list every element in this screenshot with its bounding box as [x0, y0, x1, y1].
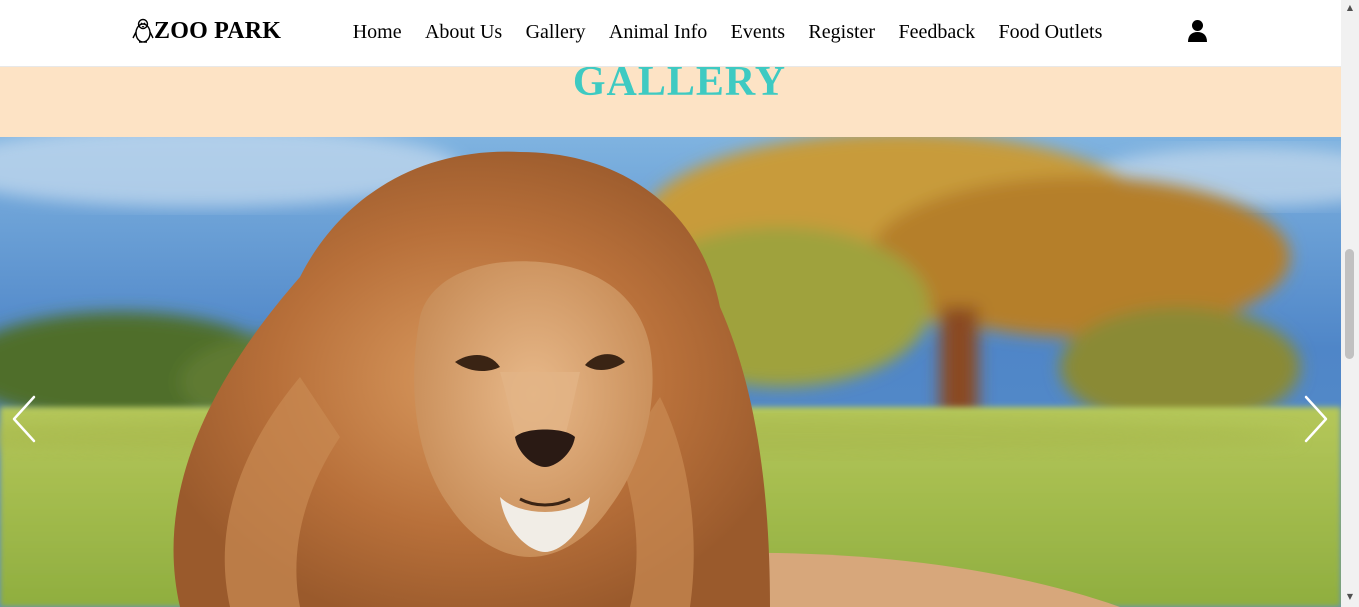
nav-link-feedback[interactable]: Feedback — [887, 21, 987, 44]
brand-logo[interactable]: ZOO PARK — [132, 16, 281, 46]
navbar: ZOO PARK Home About Us Gallery Animal In… — [0, 0, 1341, 67]
user-icon[interactable] — [1187, 19, 1208, 43]
penguin-icon — [132, 18, 154, 43]
carousel-next-button[interactable] — [1300, 395, 1330, 443]
lion-photo — [0, 137, 1341, 607]
nav-link-animal-info[interactable]: Animal Info — [597, 21, 719, 44]
scroll-up-arrow-icon[interactable]: ▲ — [1345, 3, 1355, 13]
brand-name: ZOO PARK — [154, 17, 282, 44]
scroll-down-arrow-icon[interactable]: ▼ — [1345, 592, 1355, 602]
carousel-prev-button[interactable] — [10, 395, 40, 443]
gallery-carousel — [0, 137, 1341, 607]
nav-link-about-us[interactable]: About Us — [413, 21, 514, 44]
nav-link-register[interactable]: Register — [797, 21, 887, 44]
nav-menu: Home About Us Gallery Animal Info Events… — [341, 17, 1114, 47]
nav-link-events[interactable]: Events — [719, 21, 797, 44]
scrollbar-thumb[interactable] — [1345, 249, 1354, 359]
nav-link-home[interactable]: Home — [341, 21, 413, 44]
nav-link-food-outlets[interactable]: Food Outlets — [987, 21, 1114, 44]
nav-link-gallery[interactable]: Gallery — [514, 21, 597, 44]
